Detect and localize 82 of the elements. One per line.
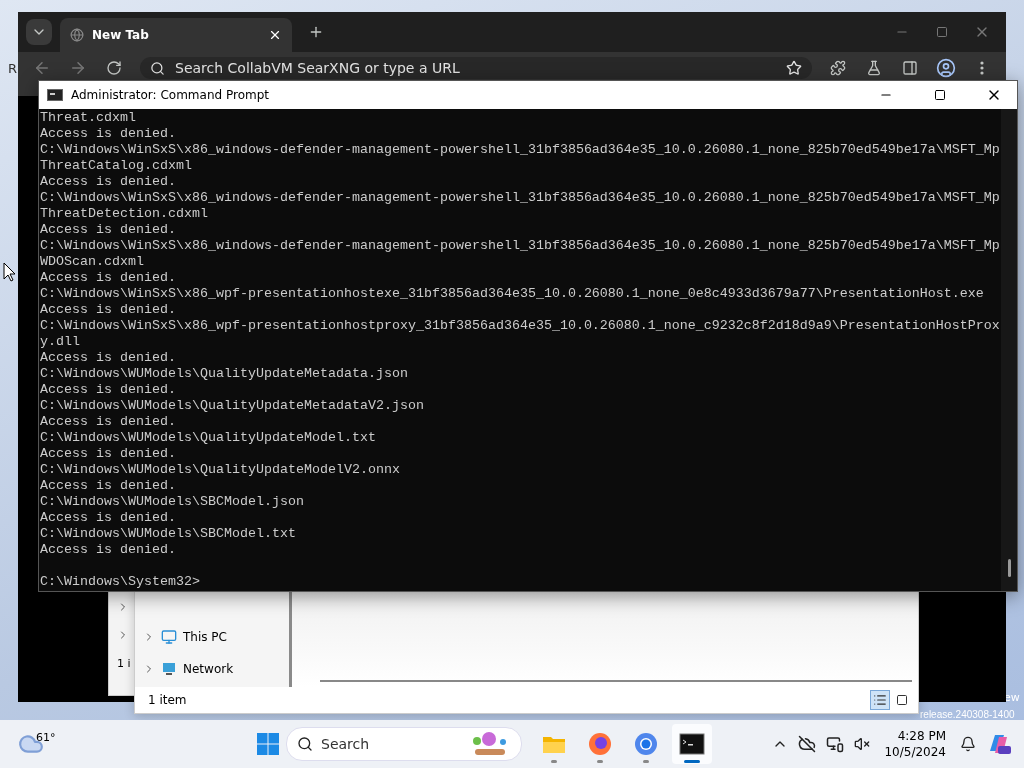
nav-label: Network (183, 662, 234, 676)
console-icon (47, 89, 63, 101)
taskbar-app[interactable] (672, 724, 712, 764)
details-view-button[interactable] (870, 690, 890, 710)
date-text: 10/5/2024 (884, 744, 946, 760)
flask-icon (866, 60, 882, 76)
console-line: C:\Windows\WinSxS\x86_wpf-presentationhostproxy_31bf3856ad364e35_10.0.26080.1_none_c9232c8f2d18d9a9\PresentationHostProx (40, 318, 1001, 334)
terminal-icon (679, 733, 705, 755)
console-line: Access is denied. (40, 542, 177, 558)
status-text: 1 i (117, 657, 131, 670)
star-icon[interactable] (786, 60, 802, 76)
desktop-icon-label: R (8, 61, 18, 76)
nav-label: This PC (183, 630, 227, 644)
nav-item[interactable]: This PC (143, 625, 289, 649)
tiles-icon (896, 694, 908, 706)
cursor-icon (3, 262, 15, 282)
console-line: ThreatDetection.cdxml (40, 206, 209, 222)
chrome-icon (634, 732, 658, 756)
console-line: C:\Windows\WUModels\QualityUpdateMetadataV2.json (40, 398, 425, 414)
search-icon (150, 60, 165, 76)
globe-icon (70, 28, 84, 42)
cloud-off-icon[interactable] (798, 735, 817, 753)
console-line: Access is denied. (40, 382, 177, 398)
console-line: C:\Windows\WUModels\QualityUpdateModelV2.onnx (40, 462, 401, 478)
plus-icon (308, 24, 324, 40)
console-line: y.dll (40, 334, 81, 350)
mute-icon[interactable] (854, 736, 871, 752)
temperature-text: 61° (36, 731, 56, 744)
console-line: C:\Windows\WinSxS\x86_windows-defender-management-powershell_31bf3856ad364e35_10.0.26080.1_none_825b70ed549be17a\MSFT_Mp (40, 238, 1001, 254)
folder-icon (542, 734, 566, 754)
bell-icon[interactable] (960, 736, 976, 752)
menu-icon (980, 61, 984, 75)
console-prompt[interactable]: C:\Windows\System32> (40, 574, 1001, 590)
scrollbar[interactable] (1001, 109, 1017, 591)
list-icon (873, 693, 887, 707)
console-line: Access is denied. (40, 510, 177, 526)
console-line: C:\Windows\WUModels\SBCModel.json (40, 494, 305, 510)
console-line: Access is denied. (40, 478, 177, 494)
close-icon[interactable] (268, 28, 282, 42)
nav-item[interactable]: Network (143, 657, 289, 681)
devices-icon[interactable] (826, 735, 845, 753)
console-line: Access is denied. (40, 302, 177, 318)
console-line: Access is denied. (40, 222, 177, 238)
tab-title: New Tab (92, 28, 150, 42)
taskbar-search-field[interactable]: Search (286, 727, 522, 761)
console-line: Access is denied. (40, 350, 177, 366)
console-line: Access is denied. (40, 126, 177, 142)
monitor-icon (161, 629, 177, 645)
console-line: WDOScan.cdxml (40, 254, 145, 270)
console-line: C:\Windows\WUModels\QualityUpdateMetadata.json (40, 366, 409, 382)
console-line: C:\Windows\WUModels\QualityUpdateModel.txt (40, 430, 377, 446)
browser-tab[interactable]: New Tab (60, 18, 292, 52)
clock[interactable]: 4:28 PM 10/5/2024 (884, 728, 946, 760)
tab-search-button[interactable] (26, 19, 52, 45)
firefox-icon (588, 732, 612, 756)
watermark-text: release.240308-1400 (920, 709, 1015, 720)
reload-icon (106, 60, 122, 76)
console-line: C:\Windows\WinSxS\x86_windows-defender-management-powershell_31bf3856ad364e35_10.0.26080.1_none_825b70ed549be17a\MSFT_Mp (40, 190, 1001, 206)
console-line: C:\Windows\WinSxS\x86_wpf-presentationhostexe_31bf3856ad364e35_10.0.26080.1_none_0e8c4933d3679a77\PresentationHost.exe (40, 286, 985, 302)
console-line: Threat.cdxml (40, 110, 137, 126)
maximize-icon (936, 26, 948, 38)
console-line: ThreatCatalog.cdxml (40, 158, 193, 174)
avatar-icon (936, 58, 956, 78)
console-line: Access is denied. (40, 414, 177, 430)
search-placeholder: Search (321, 736, 370, 752)
windows-logo-icon[interactable] (256, 732, 280, 756)
console-line: Access is denied. (40, 270, 177, 286)
arrow-right-icon (69, 59, 87, 77)
side-panel-icon (902, 60, 918, 76)
address-placeholder: Search CollabVM SearXNG or type a URL (175, 60, 460, 76)
time-text: 4:28 PM (897, 728, 946, 744)
console-line: C:\Windows\WUModels\SBCModel.txt (40, 526, 297, 542)
window-title: Administrator: Command Prompt (71, 88, 269, 102)
console-line: C:\Windows\WinSxS\x86_windows-defender-management-powershell_31bf3856ad364e35_10.0.26080.1_none_825b70ed549be17a\MSFT_Mp (40, 142, 1001, 158)
search-icon (297, 736, 313, 752)
console-line: Access is denied. (40, 174, 177, 190)
puzzle-icon (830, 60, 846, 76)
address-bar[interactable]: Search CollabVM SearXNG or type a URL (140, 57, 812, 79)
network-icon (161, 661, 177, 677)
status-text: 1 item (148, 693, 187, 707)
maximize-icon (934, 89, 946, 101)
console-line: Access is denied. (40, 446, 177, 462)
